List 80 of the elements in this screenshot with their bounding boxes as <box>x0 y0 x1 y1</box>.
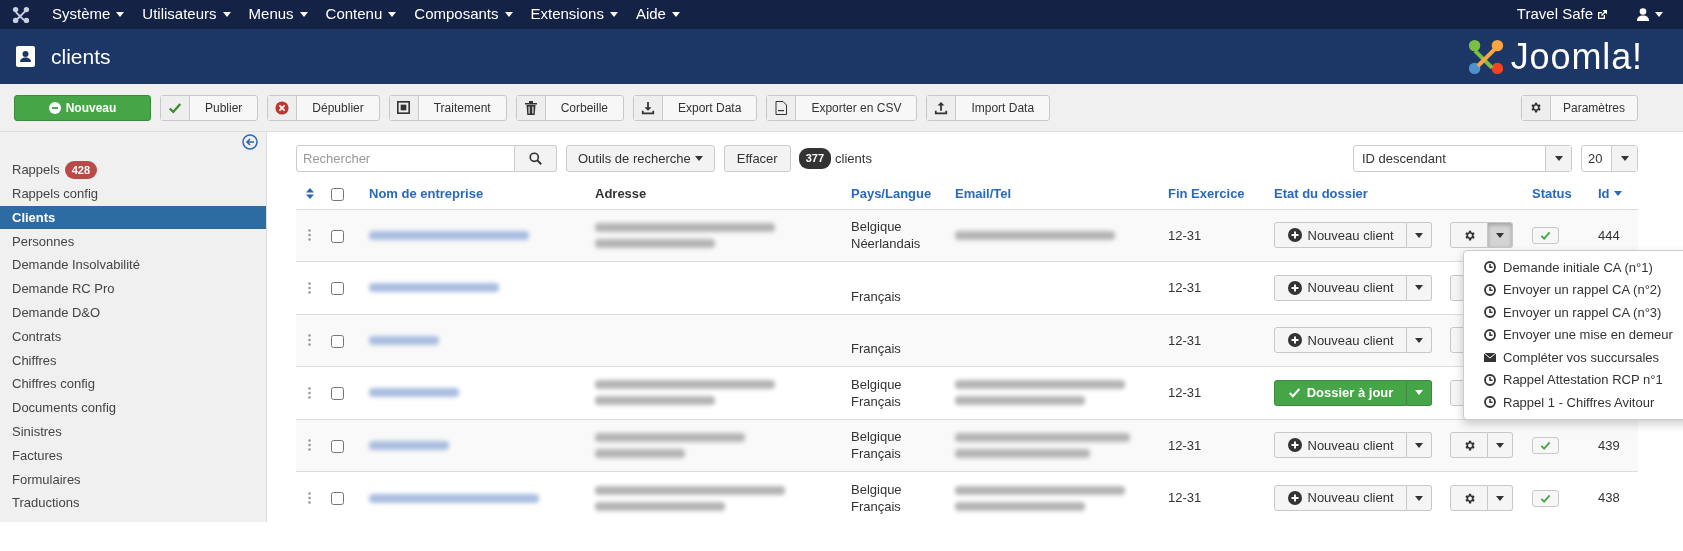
column-header-link[interactable]: Pays/Langue <box>851 185 932 201</box>
menu-item[interactable]: Contenu <box>325 3 397 26</box>
sidebar-item[interactable]: Demande D&O <box>0 300 266 325</box>
menu-item[interactable]: Système <box>52 3 125 26</box>
language-text: Français <box>851 498 902 515</box>
menu-item[interactable]: Envoyer un rappel CA (n°3) <box>1464 301 1683 324</box>
country-text: Belgique <box>851 218 903 236</box>
id-text: 444 <box>1598 227 1620 243</box>
site-link[interactable]: Travel Safe <box>1516 3 1607 26</box>
menu-item[interactable]: Aide <box>635 3 680 26</box>
ordering-select[interactable]: ID descendant <box>1353 145 1572 172</box>
logo-text: Joomla! <box>1510 38 1643 75</box>
menu-item[interactable]: Rappel 1 - Chiffres Avitour <box>1464 391 1683 414</box>
column-header-link[interactable]: Id <box>1598 183 1638 203</box>
menu-item[interactable]: Utilisateurs <box>142 3 231 26</box>
language-text: Français <box>851 340 902 358</box>
column-header-link[interactable]: Fin Exercice <box>1168 185 1245 201</box>
clear-button[interactable]: Effacer <box>723 145 791 172</box>
toolbar-button[interactable]: Traitement <box>388 94 507 121</box>
toolbar-button[interactable]: Corbeille <box>515 94 624 121</box>
sidebar-item[interactable]: Demande RC Pro <box>0 277 266 301</box>
search-tools-button[interactable]: Outils de recherche <box>566 145 715 172</box>
status-button[interactable]: Nouveau client <box>1274 222 1407 249</box>
limit-select[interactable]: 20 <box>1581 145 1638 172</box>
sidebar-item[interactable]: Chiffres config <box>0 372 266 396</box>
fiscal-end-text: 12-31 <box>1168 490 1202 506</box>
status-button[interactable]: Nouveau client <box>1274 327 1407 354</box>
sidebar-item[interactable]: Demande Insolvabilité <box>0 253 266 277</box>
id-text: 438 <box>1598 490 1620 506</box>
menu-item[interactable]: Demande initiale CA (n°1) <box>1464 256 1683 279</box>
sidebar-item[interactable]: Personnes <box>0 229 266 254</box>
sidebar-item[interactable]: Factures <box>0 443 266 468</box>
sidebar-item[interactable]: Sinistres <box>0 419 266 444</box>
fiscal-end-text: 12-31 <box>1168 280 1202 295</box>
column-header-link[interactable]: Email/Tel <box>955 185 1012 201</box>
search-field[interactable]: Rechercher <box>296 145 515 172</box>
sidebar-item[interactable]: Rappels config <box>0 181 266 206</box>
count-badge: 377 <box>798 148 832 169</box>
column-header-link[interactable]: Nom de entreprise <box>369 185 484 201</box>
status-button[interactable]: Nouveau client <box>1274 485 1407 511</box>
count-label: clients <box>835 149 872 168</box>
column-header-link[interactable]: Status <box>1532 185 1572 201</box>
fiscal-end-text: 12-31 <box>1168 332 1202 348</box>
column-header-link[interactable]: Etat du dossier <box>1274 185 1368 201</box>
menu-item[interactable]: Envoyer un rappel CA (n°2) <box>1464 278 1683 301</box>
sidebar-item[interactable]: Traductions <box>0 491 266 515</box>
country-text: Belgique <box>851 375 903 393</box>
sidebar-item[interactable]: Chiffres <box>0 348 266 373</box>
menu-item[interactable]: Composants <box>414 3 513 26</box>
menu-item[interactable]: Rappel Attestation RCP n°1 <box>1464 368 1683 391</box>
toolbar-button[interactable]: Export Data <box>633 94 758 121</box>
count-badge: 428 <box>64 160 98 180</box>
menu-item[interactable]: Envoyer une mise en demeur <box>1464 323 1683 346</box>
options-button[interactable]: Paramètres <box>1520 94 1638 121</box>
country-text: Belgique <box>851 481 903 498</box>
toolbar-button[interactable]: Import Data <box>926 94 1051 121</box>
fiscal-end-text: 12-31 <box>1168 227 1202 243</box>
menu-item[interactable]: Compléter vos succursales <box>1464 346 1683 369</box>
language-text: Français <box>851 287 902 305</box>
language-text: Néerlandais <box>851 235 922 253</box>
sidebar-item[interactable]: Documents config <box>0 395 266 420</box>
menu-item[interactable]: Menus <box>248 3 308 26</box>
sidebar-item[interactable]: Rappels 428 <box>0 158 266 182</box>
toolbar-button[interactable]: Exporter en CSV <box>766 94 918 121</box>
page-title: clients <box>51 43 111 70</box>
column-header: Adresse <box>595 185 647 201</box>
status-button[interactable]: Nouveau client <box>1274 274 1407 301</box>
status-button[interactable]: Nouveau client <box>1274 432 1407 459</box>
language-text: Français <box>851 445 902 463</box>
toolbar-button[interactable]: Publier <box>160 94 259 121</box>
sidebar-item[interactable]: Clients <box>0 205 266 230</box>
menu-item[interactable]: Extensions <box>530 3 618 26</box>
toolbar-button[interactable]: Dépublier <box>267 94 380 121</box>
id-text: 439 <box>1598 437 1620 453</box>
fiscal-end-text: 12-31 <box>1168 385 1202 400</box>
sidebar-item[interactable]: Formulaires <box>0 467 266 492</box>
fiscal-end-text: 12-31 <box>1168 437 1202 453</box>
country-text: Belgique <box>851 428 903 446</box>
language-text: Français <box>851 392 902 410</box>
sidebar-item[interactable]: Contrats <box>0 324 266 349</box>
